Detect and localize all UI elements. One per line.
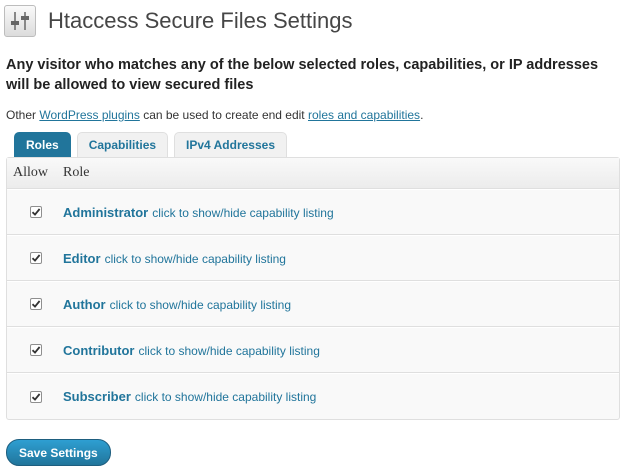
table-row: Subscriber click to show/hide capability …	[7, 373, 619, 419]
wordpress-plugins-link[interactable]: WordPress plugins	[39, 108, 140, 122]
allow-column-header: Allow	[13, 165, 48, 180]
tab-capabilities[interactable]: Capabilities	[76, 132, 169, 157]
page-header: Htaccess Secure Files Settings	[4, 5, 352, 37]
table-row: Contributor click to show/hide capability…	[7, 327, 619, 373]
table-header: Allow Role	[7, 158, 619, 189]
role-cell: Administrator click to show/hide capabili…	[63, 205, 334, 220]
tab-roles[interactable]: Roles	[14, 132, 71, 157]
allow-checkbox[interactable]	[30, 390, 42, 403]
allow-checkbox[interactable]	[30, 252, 42, 264]
allow-cell	[7, 390, 63, 403]
capability-toggle-link[interactable]: click to show/hide capability listing	[105, 252, 286, 266]
checkmark-icon	[31, 208, 41, 216]
checkmark-icon	[31, 346, 41, 354]
page-title: Htaccess Secure Files Settings	[48, 8, 353, 33]
roles-table: Allow Role Administrator click to show/hi…	[6, 157, 620, 420]
intro-text: Other WordPress plugins can be used to c…	[6, 108, 423, 122]
tab-ipv4-addresses[interactable]: IPv4 Addresses	[174, 132, 287, 157]
allow-cell	[7, 344, 63, 356]
table-row: Author click to show/hide capability list…	[7, 281, 619, 327]
capability-toggle-link[interactable]: click to show/hide capability listing	[152, 206, 333, 220]
role-name-link[interactable]: Administrator	[63, 205, 148, 220]
allow-checkbox[interactable]	[30, 298, 42, 310]
role-name-link[interactable]: Subscriber	[63, 389, 131, 404]
role-cell: Contributor click to show/hide capability…	[63, 343, 320, 358]
capability-toggle-link[interactable]: click to show/hide capability listing	[135, 390, 316, 404]
role-name-link[interactable]: Contributor	[63, 343, 134, 358]
intro-middle: can be used to create end edit	[139, 108, 308, 122]
settings-sliders-icon	[4, 5, 36, 37]
allow-cell	[7, 206, 63, 218]
allow-cell	[7, 298, 63, 310]
table-row: Editor click to show/hide capability list…	[7, 235, 619, 281]
role-cell: Author click to show/hide capability list…	[63, 297, 291, 312]
checkmark-icon	[31, 254, 41, 262]
table-row: Administrator click to show/hide capabili…	[7, 189, 619, 235]
tab-bar: Roles Capabilities IPv4 Addresses	[14, 132, 287, 157]
role-cell: Subscriber click to show/hide capability …	[63, 389, 316, 404]
allow-checkbox[interactable]	[30, 206, 42, 218]
role-name-link[interactable]: Editor	[63, 251, 101, 266]
save-settings-button[interactable]: Save Settings	[6, 439, 111, 466]
checkmark-icon	[31, 300, 41, 308]
capability-toggle-link[interactable]: click to show/hide capability listing	[110, 298, 291, 312]
role-name-link[interactable]: Author	[63, 297, 106, 312]
checkmark-icon	[31, 392, 41, 401]
role-column-header: Role	[63, 165, 90, 180]
capability-toggle-link[interactable]: click to show/hide capability listing	[138, 344, 319, 358]
notice-text: Any visitor who matches any of the below…	[6, 57, 599, 93]
intro-prefix: Other	[6, 108, 40, 122]
table-body: Administrator click to show/hide capabili…	[7, 189, 619, 419]
intro-suffix: .	[420, 108, 424, 122]
allow-checkbox[interactable]	[30, 344, 42, 356]
role-cell: Editor click to show/hide capability list…	[63, 251, 286, 266]
roles-capabilities-link[interactable]: roles and capabilities	[308, 108, 420, 122]
allow-cell	[7, 252, 63, 264]
